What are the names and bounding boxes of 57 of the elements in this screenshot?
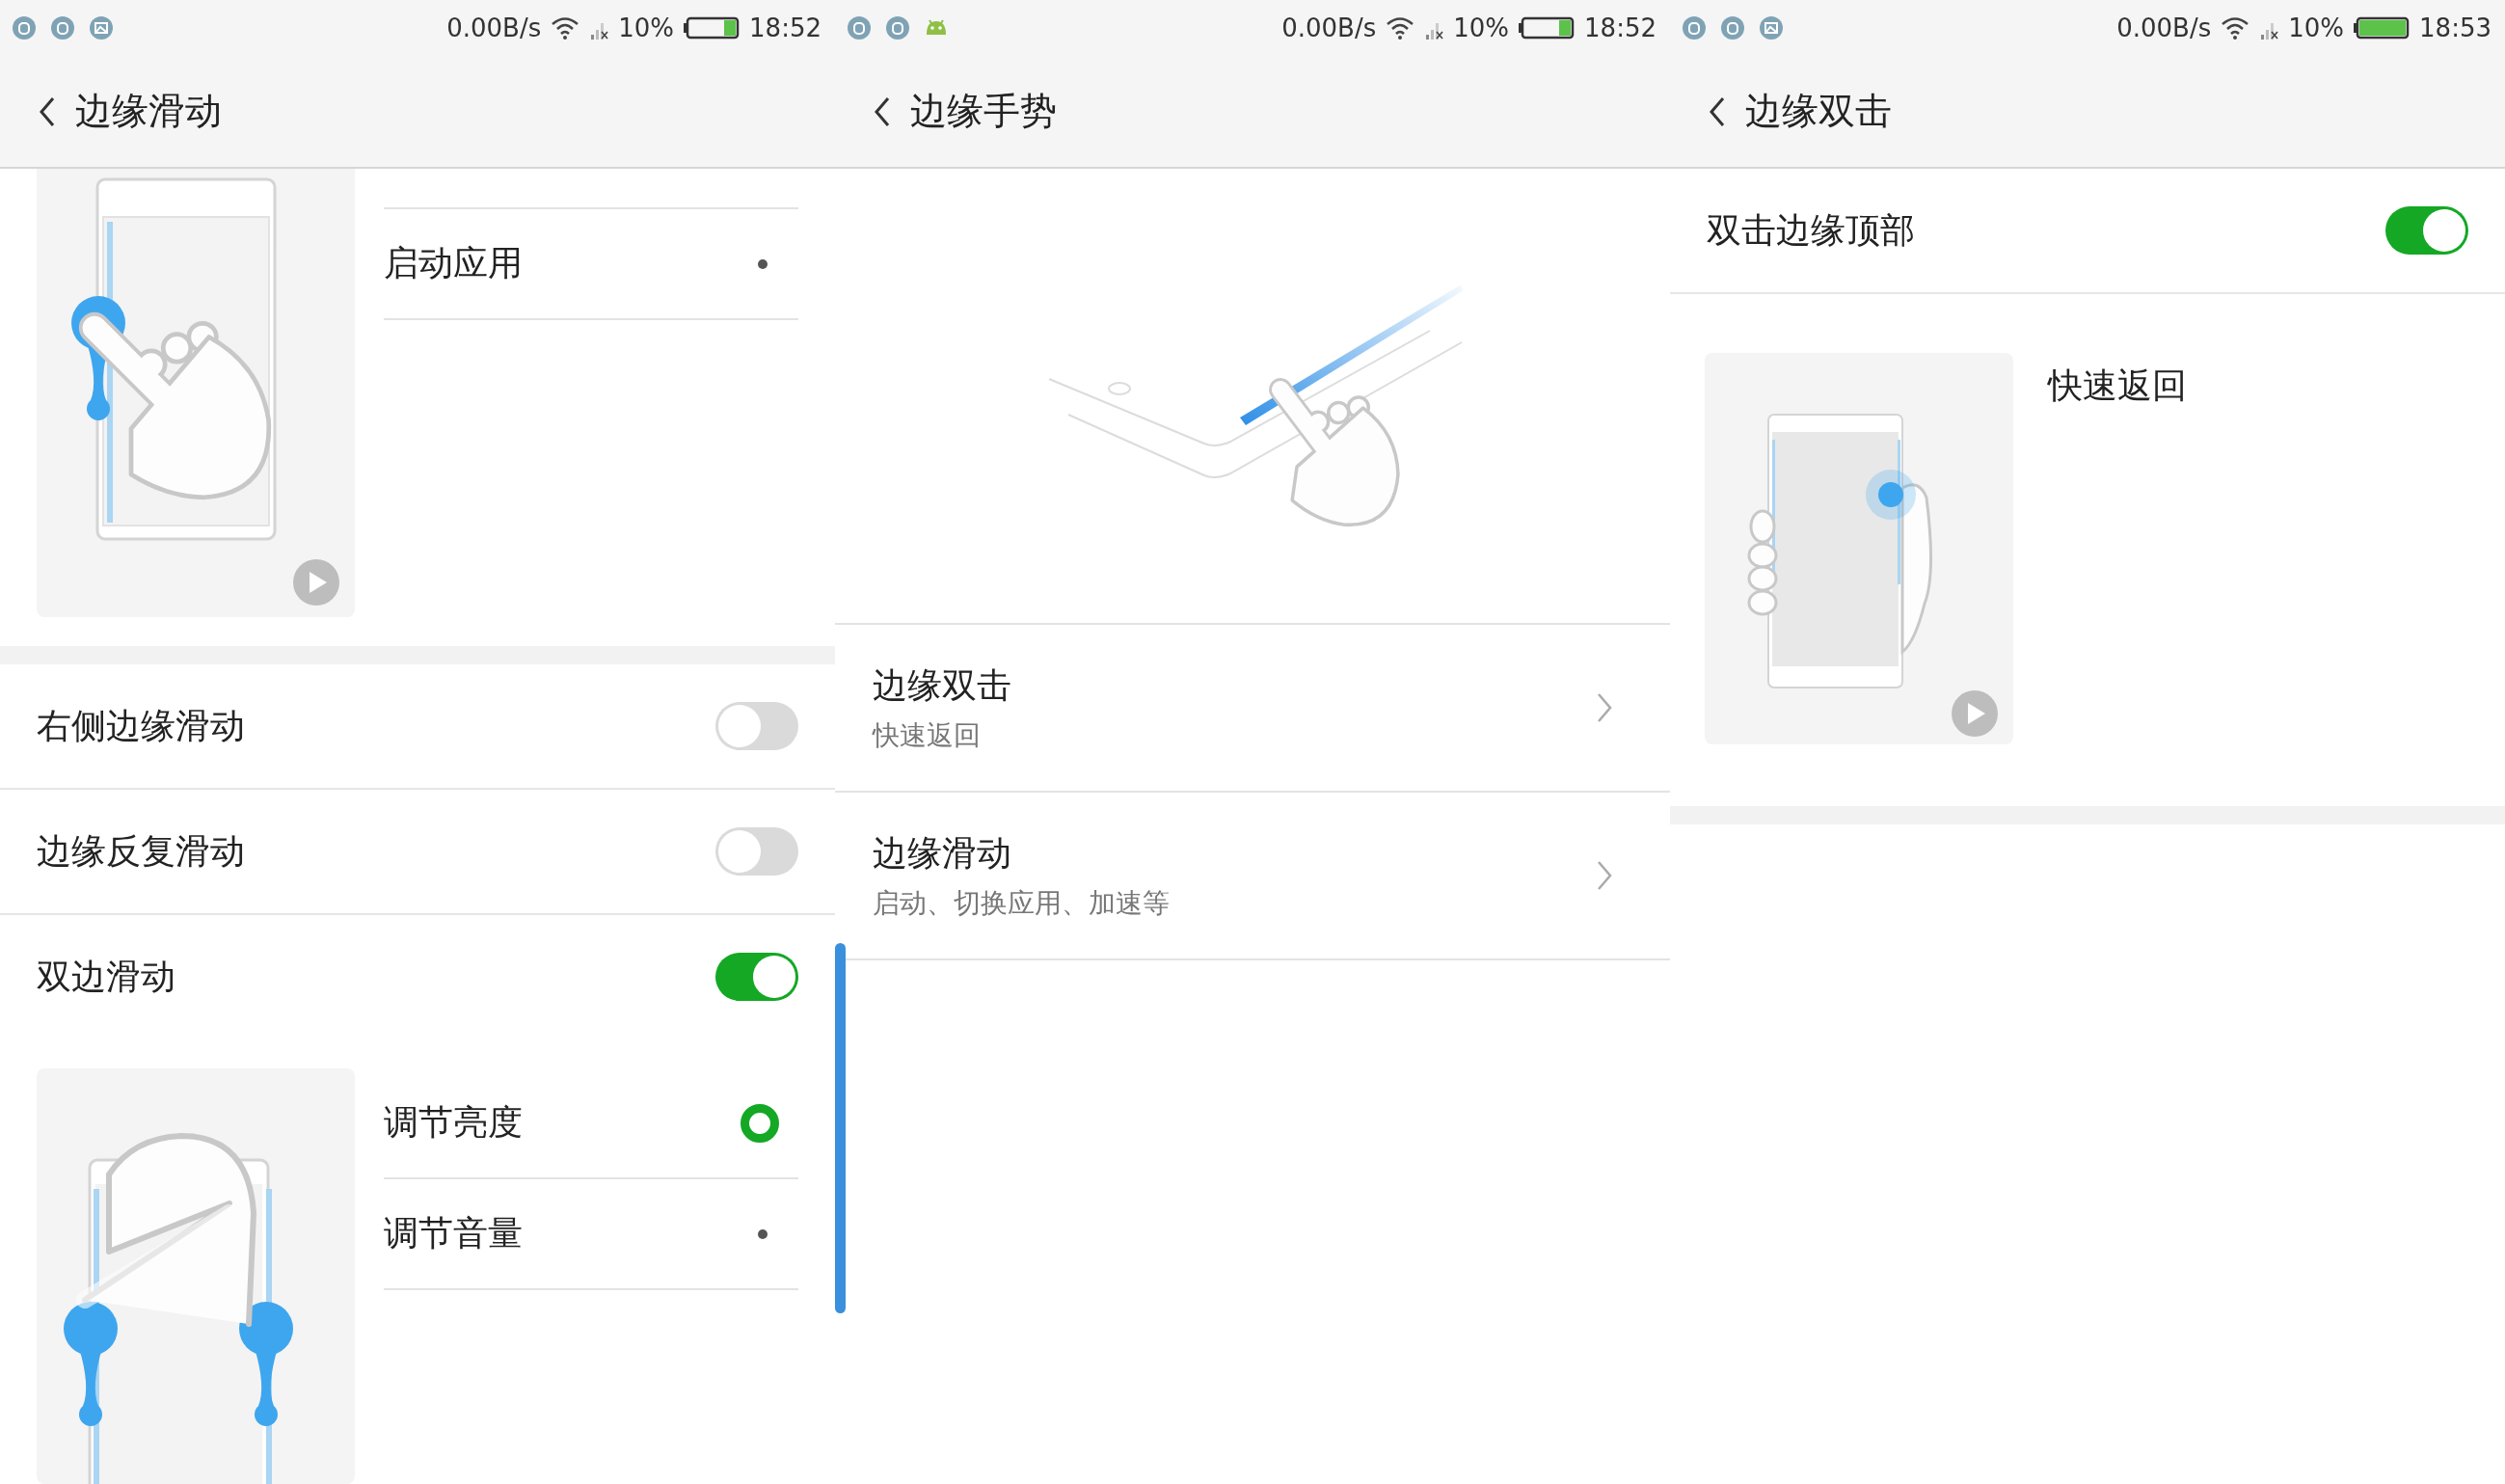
wifi-icon bbox=[1386, 15, 1415, 40]
page-title: 边缘滑动 bbox=[75, 89, 222, 134]
menu-item[interactable]: 边缘双击 快速返回 bbox=[835, 625, 1670, 793]
chevron-right-icon bbox=[1595, 691, 1614, 724]
setting-row[interactable]: 双击边缘顶部 bbox=[1670, 169, 2505, 292]
toggle-switch[interactable] bbox=[715, 827, 798, 876]
battery-percentage: 10% bbox=[1453, 13, 1510, 42]
radio-button[interactable] bbox=[741, 1103, 779, 1143]
setting-label: 双边滑动 bbox=[37, 955, 175, 998]
page-title: 边缘双击 bbox=[1745, 89, 1892, 134]
radio-button[interactable] bbox=[758, 258, 768, 269]
setting-row[interactable]: 双边滑动 bbox=[0, 913, 835, 1039]
clock: 18:52 bbox=[749, 13, 822, 42]
toggle-switch[interactable] bbox=[715, 702, 798, 750]
gesture-caption: 快速返回 bbox=[2048, 364, 2187, 407]
network-speed: 0.00B/s bbox=[446, 13, 542, 42]
menu-item-title: 边缘滑动 bbox=[873, 831, 1012, 875]
setting-label: 边缘反复滑动 bbox=[37, 829, 245, 873]
toggle-switch[interactable] bbox=[715, 953, 798, 1001]
play-icon[interactable] bbox=[1952, 690, 1998, 737]
setting-label: 右侧边缘滑动 bbox=[37, 704, 245, 747]
wifi-icon bbox=[551, 15, 580, 40]
setting-row[interactable]: 右侧边缘滑动 bbox=[0, 664, 835, 788]
clock: 18:53 bbox=[2419, 13, 2492, 42]
toggle-switch[interactable] bbox=[2385, 206, 2468, 255]
page-title: 边缘手势 bbox=[910, 89, 1057, 134]
menu-item-title: 边缘双击 bbox=[873, 663, 1011, 707]
menu-item-subtitle: 快速返回 bbox=[873, 717, 982, 753]
setting-row[interactable]: 边缘反复滑动 bbox=[0, 788, 835, 913]
setting-label: 双击边缘顶部 bbox=[1707, 208, 1915, 252]
picture-icon bbox=[1759, 15, 1784, 40]
battery-percentage: 10% bbox=[2288, 13, 2345, 42]
circle-app-icon bbox=[12, 15, 37, 40]
circle-app-icon bbox=[50, 15, 75, 40]
picture-icon bbox=[89, 15, 114, 40]
clock: 18:52 bbox=[1584, 13, 1657, 42]
menu-item-subtitle: 启动、切换应用、加速等 bbox=[873, 885, 1170, 921]
option-row[interactable]: 调节音量 bbox=[384, 1179, 798, 1290]
circle-app-icon bbox=[885, 15, 910, 40]
network-speed: 0.00B/s bbox=[2116, 13, 2212, 42]
option-label: 调节音量 bbox=[384, 1212, 523, 1255]
radio-button[interactable] bbox=[758, 1228, 768, 1239]
wifi-icon bbox=[2221, 15, 2250, 40]
battery-percentage: 10% bbox=[618, 13, 675, 42]
option-label: 调节亮度 bbox=[384, 1101, 523, 1144]
battery-icon bbox=[1519, 15, 1576, 40]
option-label: 启动应用 bbox=[384, 242, 523, 284]
battery-icon bbox=[2354, 15, 2411, 40]
chevron-right-icon bbox=[1595, 859, 1614, 892]
circle-app-icon bbox=[847, 15, 872, 40]
circle-app-icon bbox=[1720, 15, 1745, 40]
option-row[interactable]: 调节亮度 bbox=[384, 1068, 798, 1179]
option-row[interactable]: 启动应用 bbox=[384, 209, 798, 320]
play-icon[interactable] bbox=[293, 559, 339, 606]
battery-icon bbox=[684, 15, 741, 40]
circle-app-icon bbox=[1682, 15, 1707, 40]
network-speed: 0.00B/s bbox=[1281, 13, 1377, 42]
